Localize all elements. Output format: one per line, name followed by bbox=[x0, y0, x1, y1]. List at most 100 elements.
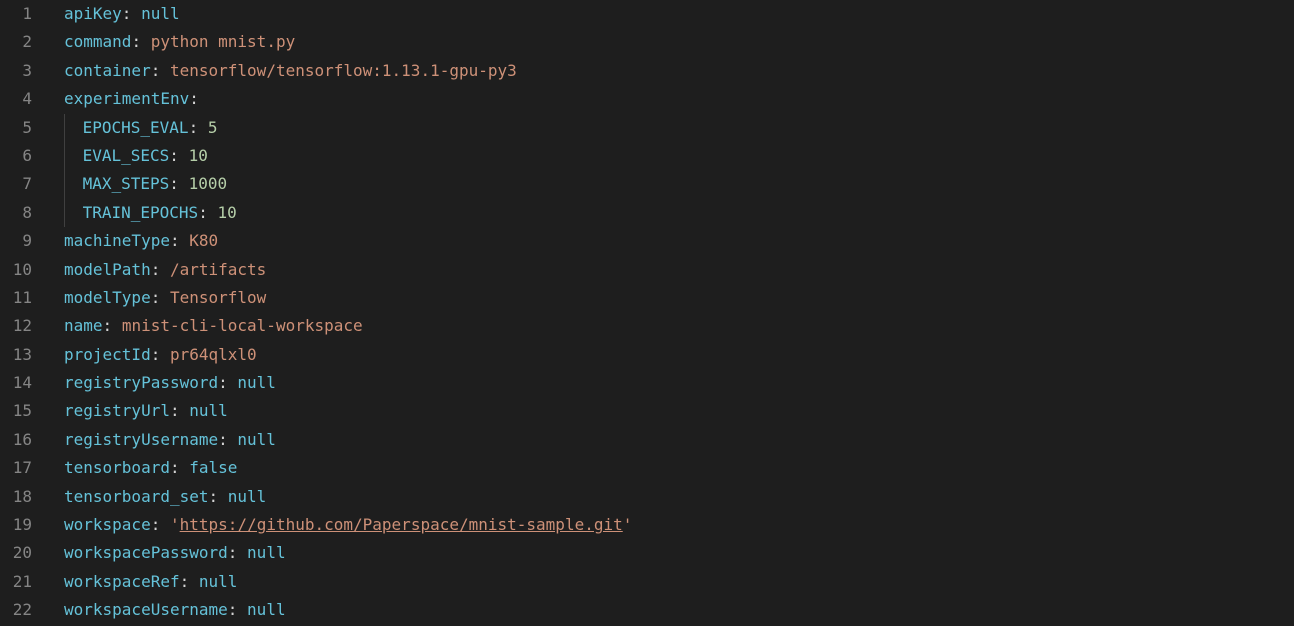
yaml-value: null bbox=[199, 572, 238, 591]
yaml-key: workspace bbox=[64, 515, 151, 534]
yaml-key: experimentEnv bbox=[64, 89, 189, 108]
line-number: 12 bbox=[0, 312, 32, 340]
code-line[interactable]: registryPassword: null bbox=[64, 369, 1294, 397]
yaml-key: workspaceRef bbox=[64, 572, 180, 591]
yaml-key: modelType bbox=[64, 288, 151, 307]
yaml-key: tensorboard bbox=[64, 458, 170, 477]
yaml-value: Tensorflow bbox=[170, 288, 266, 307]
yaml-value: 10 bbox=[189, 146, 208, 165]
line-number: 15 bbox=[0, 397, 32, 425]
yaml-value: null bbox=[237, 430, 276, 449]
yaml-value: false bbox=[189, 458, 237, 477]
code-line[interactable]: workspaceUsername: null bbox=[64, 596, 1294, 624]
code-line[interactable]: command: python mnist.py bbox=[64, 28, 1294, 56]
yaml-colon: : bbox=[103, 316, 113, 335]
code-line[interactable]: projectId: pr64qlxl0 bbox=[64, 341, 1294, 369]
code-line[interactable]: EVAL_SECS: 10 bbox=[64, 142, 1294, 170]
yaml-colon: : bbox=[170, 458, 180, 477]
code-line[interactable]: apiKey: null bbox=[64, 0, 1294, 28]
yaml-colon: : bbox=[180, 572, 190, 591]
yaml-value: null bbox=[247, 600, 286, 619]
yaml-key: TRAIN_EPOCHS bbox=[83, 203, 199, 222]
line-number: 10 bbox=[0, 256, 32, 284]
code-editor[interactable]: 12345678910111213141516171819202122 apiK… bbox=[0, 0, 1294, 626]
code-line[interactable]: TRAIN_EPOCHS: 10 bbox=[64, 199, 1294, 227]
yaml-colon: : bbox=[189, 118, 199, 137]
line-number: 4 bbox=[0, 85, 32, 113]
yaml-key: modelPath bbox=[64, 260, 151, 279]
yaml-colon: : bbox=[218, 430, 228, 449]
yaml-colon: : bbox=[169, 174, 179, 193]
line-number: 21 bbox=[0, 568, 32, 596]
yaml-value: 1000 bbox=[189, 174, 228, 193]
line-number: 16 bbox=[0, 426, 32, 454]
line-number: 6 bbox=[0, 142, 32, 170]
code-line[interactable]: container: tensorflow/tensorflow:1.13.1-… bbox=[64, 57, 1294, 85]
yaml-key: EPOCHS_EVAL bbox=[83, 118, 189, 137]
line-number: 5 bbox=[0, 114, 32, 142]
yaml-colon: : bbox=[131, 32, 141, 51]
code-line[interactable]: modelPath: /artifacts bbox=[64, 256, 1294, 284]
line-number: 1 bbox=[0, 0, 32, 28]
line-number: 17 bbox=[0, 454, 32, 482]
yaml-value: K80 bbox=[189, 231, 218, 250]
yaml-key: registryPassword bbox=[64, 373, 218, 392]
code-line[interactable]: workspaceRef: null bbox=[64, 568, 1294, 596]
yaml-colon: : bbox=[151, 515, 161, 534]
line-number: 11 bbox=[0, 284, 32, 312]
yaml-key: workspaceUsername bbox=[64, 600, 228, 619]
yaml-value: tensorflow/tensorflow:1.13.1-gpu-py3 bbox=[170, 61, 517, 80]
yaml-key: tensorboard_set bbox=[64, 487, 209, 506]
line-number: 14 bbox=[0, 369, 32, 397]
yaml-colon: : bbox=[198, 203, 208, 222]
yaml-value: 'https://github.com/Paperspace/mnist-sam… bbox=[170, 515, 632, 534]
code-line[interactable]: registryUsername: null bbox=[64, 426, 1294, 454]
yaml-key: workspacePassword bbox=[64, 543, 228, 562]
yaml-key: apiKey bbox=[64, 4, 122, 23]
yaml-value: null bbox=[237, 373, 276, 392]
yaml-colon: : bbox=[228, 543, 238, 562]
line-number: 18 bbox=[0, 483, 32, 511]
line-number-gutter: 12345678910111213141516171819202122 bbox=[0, 0, 50, 626]
code-content[interactable]: apiKey: nullcommand: python mnist.pycont… bbox=[50, 0, 1294, 626]
code-line[interactable]: workspacePassword: null bbox=[64, 539, 1294, 567]
yaml-colon: : bbox=[218, 373, 228, 392]
yaml-colon: : bbox=[228, 600, 238, 619]
url-link[interactable]: https://github.com/Paperspace/mnist-samp… bbox=[180, 515, 623, 534]
yaml-colon: : bbox=[170, 401, 180, 420]
code-line[interactable]: experimentEnv: bbox=[64, 85, 1294, 113]
yaml-colon: : bbox=[209, 487, 219, 506]
yaml-key: MAX_STEPS bbox=[83, 174, 170, 193]
yaml-value: null bbox=[189, 401, 228, 420]
yaml-value: pr64qlxl0 bbox=[170, 345, 257, 364]
yaml-colon: : bbox=[169, 146, 179, 165]
yaml-colon: : bbox=[151, 61, 161, 80]
code-line[interactable]: machineType: K80 bbox=[64, 227, 1294, 255]
yaml-value: null bbox=[228, 487, 267, 506]
line-number: 3 bbox=[0, 57, 32, 85]
code-line[interactable]: MAX_STEPS: 1000 bbox=[64, 170, 1294, 198]
code-line[interactable]: workspace: 'https://github.com/Paperspac… bbox=[64, 511, 1294, 539]
line-number: 22 bbox=[0, 596, 32, 624]
line-number: 19 bbox=[0, 511, 32, 539]
line-number: 13 bbox=[0, 341, 32, 369]
code-line[interactable]: tensorboard_set: null bbox=[64, 483, 1294, 511]
yaml-value: 5 bbox=[208, 118, 218, 137]
yaml-key: projectId bbox=[64, 345, 151, 364]
yaml-key: EVAL_SECS bbox=[83, 146, 170, 165]
code-line[interactable]: tensorboard: false bbox=[64, 454, 1294, 482]
yaml-value: null bbox=[141, 4, 180, 23]
code-line[interactable]: EPOCHS_EVAL: 5 bbox=[64, 114, 1294, 142]
yaml-key: command bbox=[64, 32, 131, 51]
yaml-key: machineType bbox=[64, 231, 170, 250]
line-number: 2 bbox=[0, 28, 32, 56]
yaml-key: name bbox=[64, 316, 103, 335]
code-line[interactable]: modelType: Tensorflow bbox=[64, 284, 1294, 312]
yaml-colon: : bbox=[151, 288, 161, 307]
yaml-colon: : bbox=[151, 260, 161, 279]
yaml-colon: : bbox=[151, 345, 161, 364]
code-line[interactable]: registryUrl: null bbox=[64, 397, 1294, 425]
line-number: 9 bbox=[0, 227, 32, 255]
code-line[interactable]: name: mnist-cli-local-workspace bbox=[64, 312, 1294, 340]
line-number: 8 bbox=[0, 199, 32, 227]
